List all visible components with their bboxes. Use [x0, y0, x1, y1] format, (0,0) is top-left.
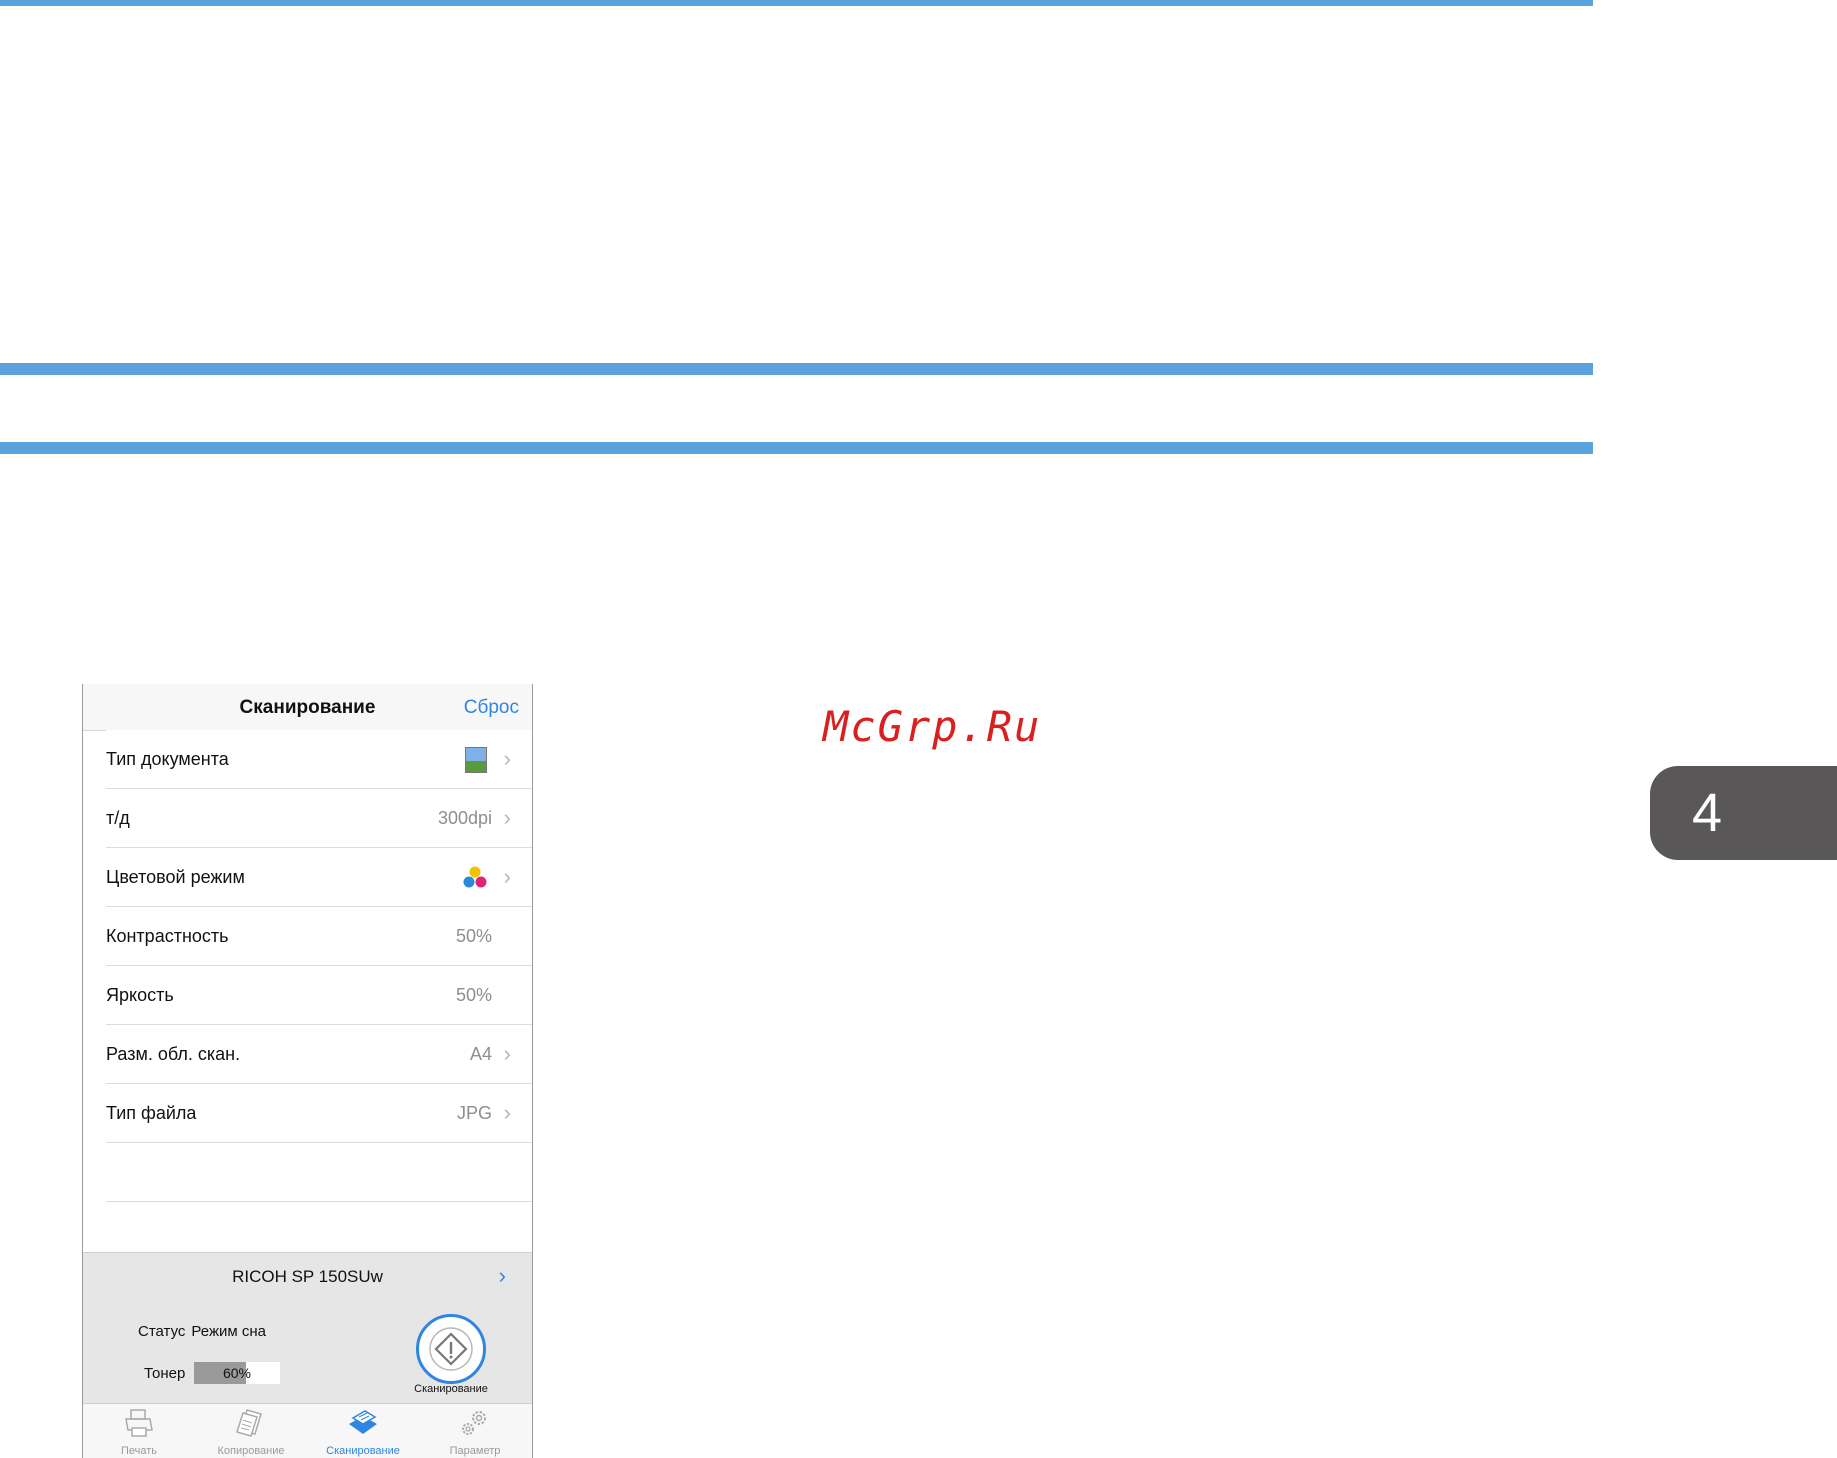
setting-value: A4 — [469, 1044, 492, 1064]
setting-resolution[interactable]: т/д 300dpi › — [106, 789, 532, 848]
start-icon — [429, 1327, 473, 1371]
document-photo-icon — [465, 747, 487, 773]
scan-button-label: Сканирование — [414, 1383, 488, 1395]
chevron-right-icon: › — [503, 805, 511, 830]
setting-value: 50% — [455, 985, 492, 1005]
tab-label: Параметр — [449, 1445, 501, 1457]
reset-button[interactable]: Сброс — [464, 697, 519, 719]
setting-file-type[interactable]: Тип файла JPG › — [106, 1084, 532, 1143]
tab-copy[interactable]: Копирование — [195, 1404, 307, 1458]
section-rule-lower — [0, 442, 1593, 454]
gear-icon — [462, 1411, 486, 1435]
status-line: Статус Режим сна — [138, 1323, 272, 1340]
tab-label: Копирование — [217, 1445, 285, 1457]
printer-icon — [125, 1409, 153, 1437]
toner-percent: 60% — [222, 1365, 252, 1381]
setting-label: Яркость — [106, 985, 174, 1005]
tab-label: Сканирование — [326, 1445, 400, 1457]
empty-row — [106, 1143, 532, 1202]
tab-settings[interactable]: Параметр — [419, 1404, 531, 1458]
chevron-right-icon: › — [503, 746, 511, 771]
toner-label: Тонер — [144, 1365, 186, 1382]
printer-name: RICOH SP 150SUw — [232, 1267, 383, 1286]
chapter-number: 4 — [1692, 783, 1723, 843]
chevron-right-icon: › — [498, 1263, 506, 1288]
chevron-right-icon: › — [503, 1100, 511, 1125]
status-label: Статус — [138, 1323, 186, 1340]
setting-label: Контрастность — [106, 926, 229, 946]
tab-label: Печать — [120, 1445, 158, 1457]
section-rule-upper — [0, 363, 1593, 375]
setting-value: 300dpi — [437, 808, 492, 828]
nav-bar: Сканирование Сброс — [83, 684, 532, 731]
setting-color-mode[interactable]: Цветовой режим › — [106, 848, 532, 907]
setting-label: Цветовой режим — [106, 867, 245, 887]
tab-scan[interactable]: Сканирование — [307, 1404, 419, 1458]
tab-print[interactable]: Печать — [83, 1404, 195, 1458]
toner-level-bar: 60% — [194, 1362, 280, 1384]
setting-label: Разм. обл. скан. — [106, 1044, 241, 1064]
scanner-icon — [349, 1410, 377, 1434]
status-value: Режим сна — [191, 1323, 266, 1340]
scan-start-button[interactable] — [416, 1314, 486, 1384]
setting-value: 50% — [455, 926, 492, 946]
chevron-right-icon: › — [503, 864, 511, 889]
setting-value: JPG — [456, 1103, 492, 1123]
watermark: McGrp.Ru — [823, 702, 1042, 751]
setting-label: Тип документа — [106, 749, 229, 769]
top-rule — [0, 0, 1593, 6]
setting-label: т/д — [106, 808, 130, 828]
app-screenshot: Сканирование Сброс Тип документа › т/д 3… — [82, 684, 533, 1458]
settings-list: Тип документа › т/д 300dpi › Цветовой ре… — [83, 730, 532, 1202]
setting-document-type[interactable]: Тип документа › — [106, 730, 532, 789]
status-panel: Статус Режим сна Тонер 60% Сканирование — [83, 1301, 532, 1403]
setting-contrast[interactable]: Контрастность 50% — [106, 907, 532, 966]
setting-label: Тип файла — [106, 1103, 197, 1123]
printer-selector[interactable]: RICOH SP 150SUw › — [83, 1252, 532, 1302]
setting-brightness[interactable]: Яркость 50% — [106, 966, 532, 1025]
chevron-right-icon: › — [503, 1041, 511, 1066]
tab-bar: Печать Копирование Сканирование Параметр — [83, 1403, 532, 1458]
setting-scan-area[interactable]: Разм. обл. скан. A4 › — [106, 1025, 532, 1084]
copy-icon — [236, 1409, 262, 1437]
chapter-tab: 4 — [1650, 766, 1837, 860]
color-mode-icon — [463, 866, 487, 888]
